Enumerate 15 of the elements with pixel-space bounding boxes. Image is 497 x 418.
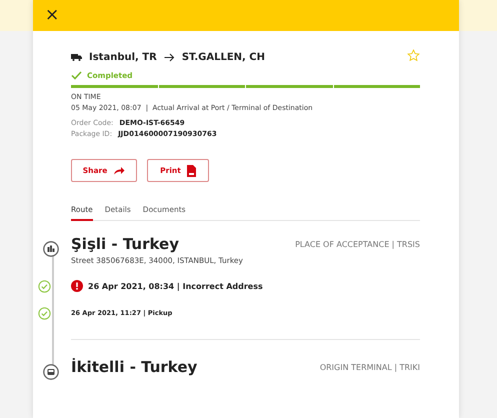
arrow-icon	[164, 52, 175, 62]
truck-icon	[71, 54, 82, 60]
destination-text: ST.GALLEN, CH	[182, 52, 266, 62]
stop-role: PLACE OF ACCEPTANCE | TRSIS	[295, 240, 420, 248]
warehouse-icon	[43, 241, 59, 257]
stop-name: Şişli - Turkey	[71, 235, 180, 253]
stop-role: ORIGIN TERMINAL | TRIKI	[320, 362, 420, 372]
origin-text: Istanbul, TR	[89, 52, 157, 62]
alert-icon	[71, 280, 83, 292]
close-button[interactable]: ×	[42, 7, 62, 24]
pdf-icon	[186, 164, 196, 176]
terminal-icon	[43, 364, 59, 380]
arrow-icon	[113, 166, 126, 175]
event-text: 26 Apr 2021, 08:34 | Incorrect Address	[88, 282, 263, 290]
stop-name: İkitelli - Turkey	[71, 358, 198, 376]
